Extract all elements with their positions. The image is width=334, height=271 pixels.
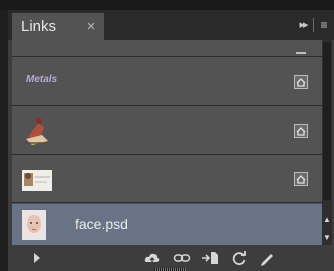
show-link-info-icon[interactable]	[28, 249, 46, 267]
window-top-edge	[0, 0, 334, 10]
status-icon	[296, 52, 306, 54]
link-name: Metals	[26, 74, 58, 85]
scrollbar-thumb[interactable]	[323, 42, 331, 200]
list-item[interactable]	[12, 156, 322, 203]
link-thumbnail	[22, 170, 52, 191]
list-item[interactable]: Metals	[12, 58, 322, 106]
edit-original-icon[interactable]	[258, 249, 276, 267]
update-link-icon[interactable]	[230, 249, 248, 267]
links-list: Metals face.psd	[12, 40, 322, 245]
link-thumbnail	[25, 118, 48, 145]
list-item[interactable]	[12, 107, 322, 155]
link-name: face.psd	[75, 216, 128, 232]
links-panel: Links × ▸▸ ≡ Metals face.psd ▲ ▼	[8, 10, 334, 271]
collapse-panel-icon[interactable]: ▸▸	[294, 16, 312, 34]
panel-tab-bar: Links × ▸▸ ≡	[8, 10, 334, 40]
scroll-down-icon[interactable]: ▼	[323, 233, 331, 243]
link-thumbnail	[22, 210, 46, 240]
list-item[interactable]	[12, 40, 322, 57]
list-scrollbar[interactable]: ▲ ▼	[322, 40, 332, 245]
tab-links[interactable]: Links ×	[12, 13, 104, 40]
scroll-up-icon[interactable]: ▲	[323, 215, 331, 225]
header-divider	[313, 18, 314, 32]
go-to-link-icon[interactable]	[173, 249, 191, 267]
modified-status-icon	[294, 172, 308, 186]
relink-cc-library-icon[interactable]	[143, 249, 161, 267]
tab-title: Links	[21, 18, 57, 35]
modified-status-icon	[294, 75, 308, 89]
modified-status-icon	[294, 124, 308, 138]
close-tab-icon[interactable]: ×	[84, 13, 98, 40]
list-item[interactable]: face.psd	[12, 204, 322, 245]
panel-menu-icon[interactable]: ≡	[316, 16, 332, 34]
embed-link-icon[interactable]	[201, 249, 219, 267]
